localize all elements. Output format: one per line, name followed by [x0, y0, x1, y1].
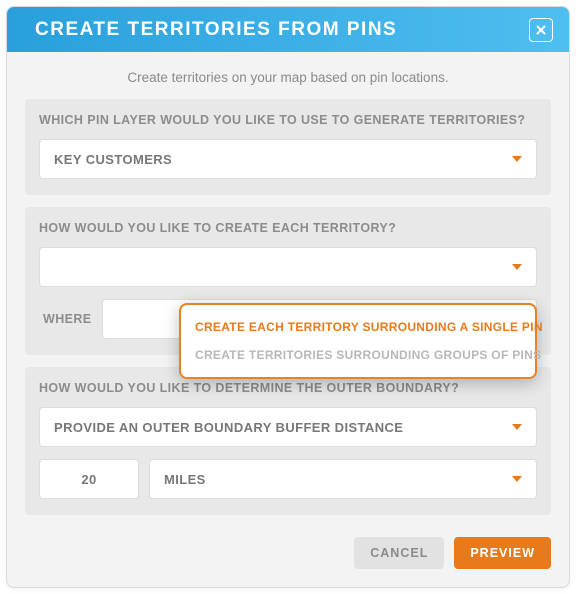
chevron-down-icon	[512, 264, 522, 270]
cancel-button[interactable]: CANCEL	[354, 537, 444, 569]
pin-layer-section: WHICH PIN LAYER WOULD YOU LIKE TO USE TO…	[25, 99, 551, 195]
close-icon	[535, 24, 547, 36]
dropdown-option-group-pins[interactable]: CREATE TERRITORIES SURROUNDING GROUPS OF…	[181, 341, 535, 369]
modal-header: CREATE TERRITORIES FROM PINS	[7, 7, 569, 52]
close-button[interactable]	[529, 18, 553, 42]
boundary-label: HOW WOULD YOU LIKE TO DETERMINE THE OUTE…	[39, 381, 537, 395]
create-method-dropdown: CREATE EACH TERRITORY SURROUNDING A SING…	[179, 303, 537, 379]
pin-layer-select[interactable]: KEY CUSTOMERS	[39, 139, 537, 179]
boundary-value: PROVIDE AN OUTER BOUNDARY BUFFER DISTANC…	[54, 420, 403, 435]
modal-body: WHICH PIN LAYER WOULD YOU LIKE TO USE TO…	[7, 99, 569, 527]
modal-footer: CANCEL PREVIEW	[7, 527, 569, 587]
modal-title: CREATE TERRITORIES FROM PINS	[35, 19, 397, 41]
boundary-section: HOW WOULD YOU LIKE TO DETERMINE THE OUTE…	[25, 367, 551, 515]
distance-row: MILES	[39, 459, 537, 499]
where-label: WHERE	[39, 312, 92, 326]
modal-subtitle: Create territories on your map based on …	[7, 52, 569, 99]
create-method-label: HOW WOULD YOU LIKE TO CREATE EACH TERRIT…	[39, 221, 537, 235]
unit-value: MILES	[164, 472, 206, 487]
chevron-down-icon	[512, 156, 522, 162]
pin-layer-label: WHICH PIN LAYER WOULD YOU LIKE TO USE TO…	[39, 113, 537, 127]
unit-select[interactable]: MILES	[149, 459, 537, 499]
chevron-down-icon	[512, 476, 522, 482]
preview-button[interactable]: PREVIEW	[454, 537, 551, 569]
create-method-select[interactable]	[39, 247, 537, 287]
dropdown-option-single-pin[interactable]: CREATE EACH TERRITORY SURROUNDING A SING…	[181, 313, 535, 341]
chevron-down-icon	[512, 424, 522, 430]
boundary-select[interactable]: PROVIDE AN OUTER BOUNDARY BUFFER DISTANC…	[39, 407, 537, 447]
pin-layer-value: KEY CUSTOMERS	[54, 152, 172, 167]
create-territories-modal: CREATE TERRITORIES FROM PINS Create terr…	[6, 6, 570, 588]
distance-input[interactable]	[39, 459, 139, 499]
